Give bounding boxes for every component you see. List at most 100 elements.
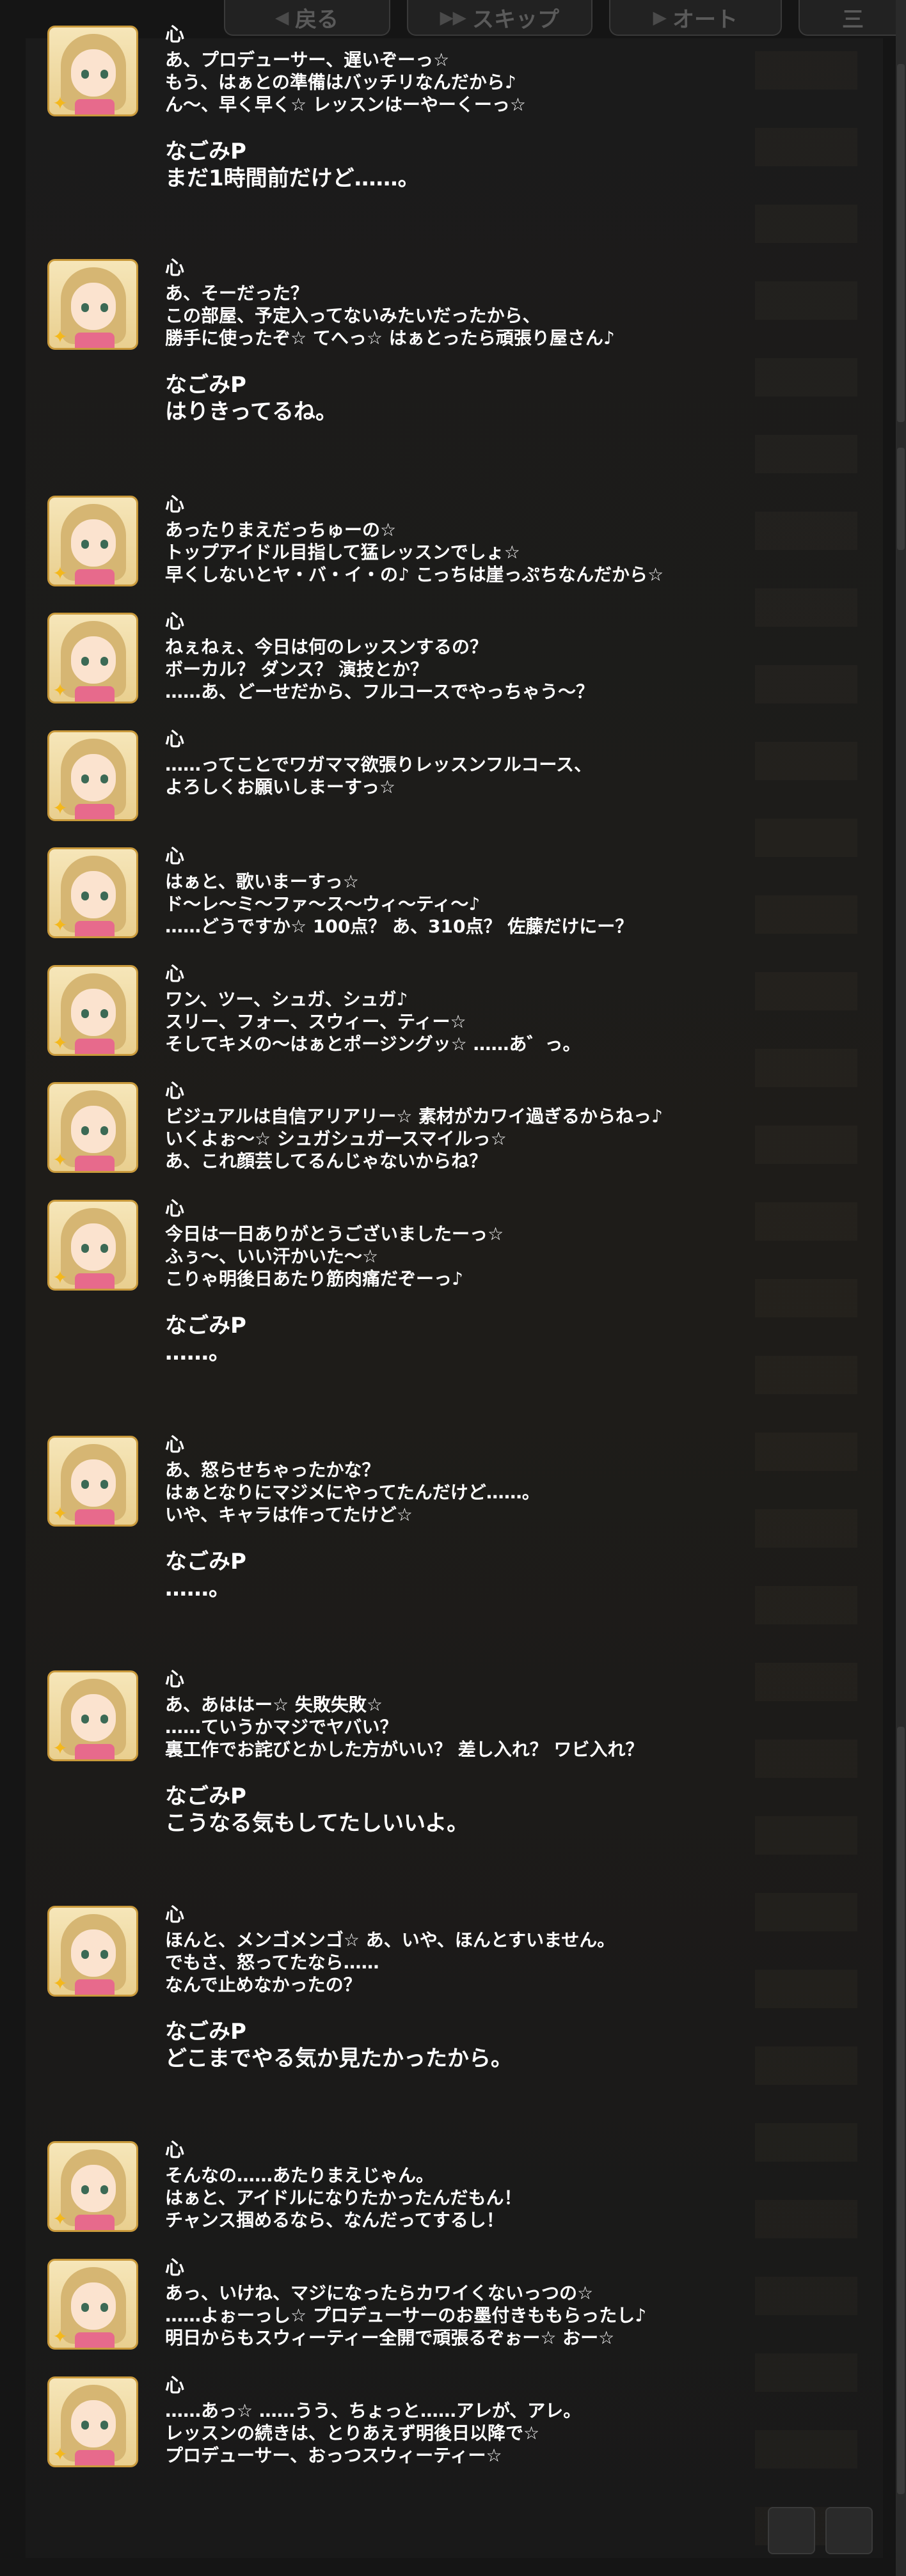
avatar-eye — [100, 1126, 108, 1135]
bottom-button[interactable] — [768, 2507, 815, 2554]
avatar-ribbon — [75, 1744, 115, 1759]
avatar-ribbon — [75, 1979, 115, 1995]
star-icon: ✦ — [52, 2326, 68, 2347]
speaker-name: 心 — [165, 2375, 184, 2397]
dialogue-line: ビジュアルは自信アリアリー☆ 素材がカワイ過ぎるからねっ♪ — [165, 1106, 663, 1127]
dialogue-line: この部屋、予定入ってないみたいだったから、 — [165, 305, 541, 326]
character-avatar: ✦ — [47, 1200, 138, 1291]
character-avatar: ✦ — [47, 2259, 138, 2350]
dialogue-line: ん～、早く早く☆ レッスンはーやーくーっ☆ — [165, 94, 526, 115]
dialogue-line: いくよぉ～☆ シュガシュガースマイルっ☆ — [165, 1128, 507, 1149]
scrollbar-segment[interactable] — [897, 448, 905, 550]
avatar-eye — [100, 540, 108, 549]
dialogue-log[interactable]: ✦ 心あ、プロデューサー、遅いぞーっ☆ もう、はぁとの準備はバッチリなんだから♪ ん～… — [0, 0, 896, 2576]
avatar-eye — [100, 70, 108, 79]
producer-name: なごみP — [165, 139, 246, 164]
character-avatar: ✦ — [47, 1436, 138, 1527]
dialogue-line: そしてキメの～はぁとポージングッ☆ ……あ゛っ。 — [165, 1033, 581, 1055]
avatar-face — [71, 754, 116, 801]
character-avatar: ✦ — [47, 965, 138, 1056]
star-icon: ✦ — [52, 1503, 68, 1524]
avatar-eye — [81, 2303, 89, 2312]
avatar-ribbon — [75, 921, 115, 936]
dialogue-line: プロデューサー、おっつスウィーティー☆ — [165, 2445, 502, 2466]
character-avatar: ✦ — [47, 1670, 138, 1761]
dialogue-line: よろしくお願いしまーすっ☆ — [165, 776, 395, 797]
star-icon: ✦ — [52, 1267, 68, 1288]
character-avatar: ✦ — [47, 1906, 138, 1997]
avatar-face — [71, 1694, 116, 1741]
scrollbar-segment[interactable] — [897, 1727, 905, 2494]
avatar-face — [71, 1223, 116, 1271]
dialogue-line: はぁと、歌いまーすっ☆ — [165, 871, 359, 892]
speaker-name: 心 — [165, 1904, 184, 1926]
avatar-eye — [100, 2421, 108, 2430]
avatar-ribbon — [75, 2332, 115, 2348]
producer-line: どこまでやる気か見たかったから。 — [165, 2046, 513, 2071]
avatar-ribbon — [75, 569, 115, 585]
avatar-ribbon — [75, 1509, 115, 1525]
avatar-eye — [81, 1950, 89, 1959]
dialogue-line: 明日からもスウィーティー全開で頑張るぞぉー☆ おー☆ — [165, 2327, 615, 2348]
character-avatar: ✦ — [47, 259, 138, 350]
dialogue-line: 勝手に使ったぞ☆ てへっ☆ はぁとったら頑張り屋さん♪ — [165, 327, 615, 349]
avatar-eye — [81, 1126, 89, 1135]
dialogue-line: ボーカル？ ダンス？ 演技とか？ — [165, 659, 428, 680]
character-avatar: ✦ — [47, 1082, 138, 1173]
avatar-ribbon — [75, 686, 115, 702]
speaker-name: 心 — [165, 1080, 184, 1103]
star-icon: ✦ — [52, 2444, 68, 2465]
speaker-name: 心 — [165, 24, 184, 46]
dialogue-line: そんなの……あたりまえじゃん。 — [165, 2165, 434, 2186]
producer-line: こうなる気もしてたしいいよ。 — [165, 1810, 469, 1836]
avatar-ribbon — [75, 1273, 115, 1289]
dialogue-line: あ、あははー☆ 失敗失敗☆ — [165, 1694, 383, 1715]
avatar-eye — [100, 1009, 108, 1018]
bottom-button[interactable] — [825, 2507, 873, 2554]
character-avatar: ✦ — [47, 26, 138, 116]
dialogue-line: でもさ、怒ってたなら…… — [165, 1952, 379, 1973]
avatar-eye — [100, 1715, 108, 1724]
dialogue-line: あっ、いけね、マジになったらカワイくないっつの☆ — [165, 2282, 594, 2304]
dialogue-line: レッスンの続きは、とりあえず明後日以降で☆ — [165, 2423, 540, 2444]
star-icon: ✦ — [52, 1973, 68, 1994]
speaker-name: 心 — [165, 494, 184, 516]
avatar-ribbon — [75, 333, 115, 348]
dialogue-line: もう、はぁとの準備はバッチリなんだから♪ — [165, 72, 516, 93]
avatar-ribbon — [75, 1039, 115, 1054]
scrollbar[interactable] — [896, 0, 906, 2576]
dialogue-line: はぁと、アイドルになりたかったんだもん！ — [165, 2187, 522, 2208]
star-icon: ✦ — [52, 1032, 68, 1053]
speaker-name: 心 — [165, 1198, 184, 1220]
speaker-name: 心 — [165, 728, 184, 751]
avatar-ribbon — [75, 1156, 115, 1171]
speaker-name: 心 — [165, 2257, 184, 2279]
producer-name: なごみP — [165, 372, 246, 398]
avatar-eye — [100, 1480, 108, 1489]
star-icon: ✦ — [52, 1149, 68, 1170]
speaker-name: 心 — [165, 257, 184, 279]
avatar-eye — [81, 2421, 89, 2430]
avatar-eye — [81, 2185, 89, 2194]
dialogue-line: チャンス掴めるなら、なんだってするし！ — [165, 2210, 504, 2231]
star-icon: ✦ — [52, 93, 68, 114]
dialogue-line: ……どうですか☆ 100点？ あ、310点？ 佐藤だけにー？ — [165, 916, 633, 937]
star-icon: ✦ — [52, 2208, 68, 2229]
dialogue-line: あ、プロデューサー、遅いぞーっ☆ — [165, 49, 450, 70]
avatar-face — [71, 1106, 116, 1153]
dialogue-line: ……ていうかマジでヤバい？ — [165, 1716, 398, 1738]
avatar-eye — [81, 657, 89, 666]
producer-name: なごみP — [165, 1784, 246, 1809]
character-avatar: ✦ — [47, 847, 138, 938]
scrollbar-segment[interactable] — [897, 64, 905, 422]
dialogue-line: トップアイドル目指して猛レッスンでしょ☆ — [165, 542, 520, 563]
dialogue-line: ……よぉーっし☆ プロデューサーのお墨付きももらったし♪ — [165, 2305, 647, 2326]
dialogue-line: 裏工作でお詫びとかした方がいい？ 差し入れ？ ワビ入れ？ — [165, 1739, 644, 1760]
avatar-eye — [100, 303, 108, 312]
dialogue-line: いや、キャラは作ってたけど☆ — [165, 1504, 413, 1525]
avatar-eye — [100, 2303, 108, 2312]
star-icon: ✦ — [52, 1738, 68, 1759]
avatar-face — [71, 2165, 116, 2212]
avatar-face — [71, 1459, 116, 1507]
speaker-name: 心 — [165, 845, 184, 868]
